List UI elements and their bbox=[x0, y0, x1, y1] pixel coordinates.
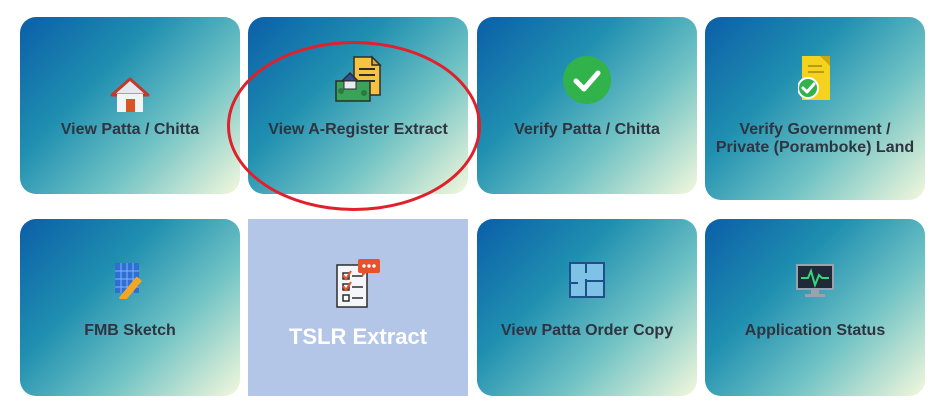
checklist-icon bbox=[334, 257, 382, 314]
tile-tslr-extract[interactable]: TSLR Extract bbox=[248, 219, 468, 396]
land-document-icon bbox=[334, 55, 382, 108]
tile-view-patta-order-copy[interactable]: View Patta Order Copy bbox=[477, 219, 697, 396]
tile-label: View Patta Order Copy bbox=[500, 322, 674, 339]
tile-label: Verify Patta / Chitta bbox=[514, 121, 660, 138]
tile-label: Verify Government / Private (Poramboke) … bbox=[715, 121, 915, 156]
tile-view-a-register-extract[interactable]: View A-Register Extract bbox=[248, 17, 468, 194]
tile-label: FMB Sketch bbox=[84, 322, 176, 339]
tile-verify-government-private-land[interactable]: Verify Government / Private (Poramboke) … bbox=[705, 17, 925, 200]
floor-plan-icon bbox=[568, 261, 606, 304]
check-circle-icon bbox=[562, 55, 612, 110]
ruler-grid-icon bbox=[113, 261, 147, 304]
tile-view-patta-chitta[interactable]: View Patta / Chitta bbox=[20, 17, 240, 194]
tile-verify-patta-chitta[interactable]: Verify Patta / Chitta bbox=[477, 17, 697, 194]
tile-label: View A-Register Extract bbox=[268, 121, 448, 138]
house-icon bbox=[110, 75, 150, 120]
tile-label: View Patta / Chitta bbox=[60, 121, 200, 138]
monitor-pulse-icon bbox=[795, 263, 835, 304]
tile-fmb-sketch[interactable]: FMB Sketch bbox=[20, 219, 240, 396]
tile-label: TSLR Extract bbox=[288, 324, 428, 349]
tile-application-status[interactable]: Application Status bbox=[705, 219, 925, 396]
tile-label: Application Status bbox=[744, 322, 886, 339]
verified-document-icon bbox=[797, 54, 832, 109]
